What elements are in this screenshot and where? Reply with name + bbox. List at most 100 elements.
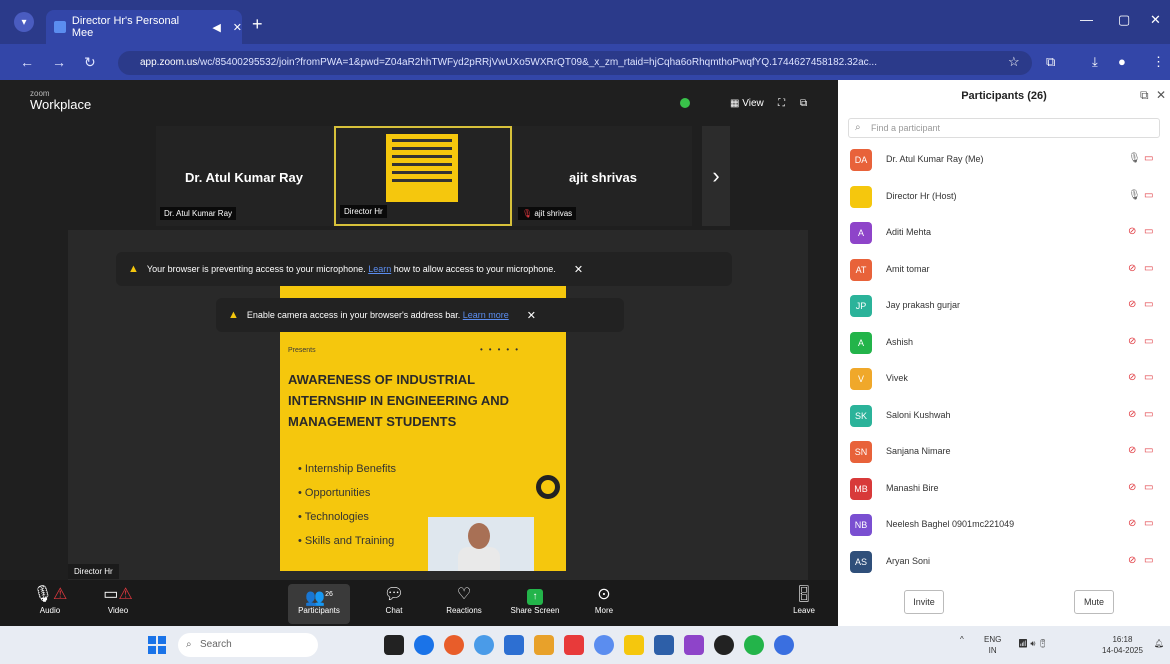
leave-button[interactable]: 🚪︎ Leave [776,584,832,615]
mic-muted-icon: 🎙︎ [522,209,533,218]
close-alert-icon[interactable]: ✕ [574,263,583,276]
invite-button[interactable]: Invite [904,590,944,614]
minimize-button[interactable]: — [1080,12,1093,27]
audio-icon: ◀︎ [212,21,221,34]
share-screen-button[interactable]: ↑ Share Screen [504,584,566,615]
heart-icon: ♡ [456,586,472,603]
chrome-icon[interactable] [474,635,494,655]
app-icon[interactable] [654,635,674,655]
popout-icon[interactable]: ⧉ [1140,88,1149,103]
taskbar-search[interactable]: ⌕ Search [178,633,318,657]
url-field[interactable]: app.zoom.us/wc/85400295532/join?fromPWA=… [118,51,1032,75]
next-page-chevron-icon[interactable]: › [702,126,730,226]
participant-row[interactable]: JP Jay prakash gurjar ⊘ ▭ [838,292,1170,322]
camera-off-icon: ▭ [1144,299,1154,310]
participant-row[interactable]: MB Manashi Bire ⊘ ▭ [838,475,1170,505]
camera-off-icon: ▭ [1144,189,1154,201]
chrome-icon[interactable] [774,635,794,655]
clock[interactable]: 16:18 14-04-2025 [1102,634,1143,656]
language-indicator[interactable]: ENG IN [984,634,1001,656]
participant-row[interactable]: SK Saloni Kushwah ⊘ ▭ [838,402,1170,432]
view-button[interactable]: ▦ View [730,98,764,109]
avatar: A [850,331,872,354]
app-icon[interactable] [564,635,584,655]
participant-row[interactable]: SN Sanjana Nimare ⊘ ▭ [838,438,1170,468]
participant-name: Jay prakash gurjar [886,300,961,310]
tile-label-text: ajit shrivas [534,209,573,218]
close-tab-icon[interactable]: ✕ [233,21,242,34]
fullscreen-icon[interactable]: ⛶ [778,98,785,109]
close-alert-icon[interactable]: ✕ [527,309,536,322]
video-tile-active[interactable]: Director Hr [334,126,512,226]
search-icon: ⌕ [855,122,861,133]
audio-button[interactable]: 🎙︎⚠ Audio [22,584,78,615]
browser-tab[interactable]: Director Hr's Personal Mee ◀︎ ✕ [46,10,242,44]
close-panel-icon[interactable]: ✕ [1156,88,1166,102]
avatar: NB [850,514,872,536]
edge-icon[interactable] [414,635,434,655]
participant-row[interactable]: NB Neelesh Baghel 0901mc221049 ⊘ ▭ [838,511,1170,541]
mic-muted-icon: ⊘ [1128,518,1137,529]
close-window-button[interactable]: ✕ [1150,12,1161,28]
back-icon[interactable]: ← [20,54,34,70]
more-button[interactable]: ⊙ More [576,584,632,615]
new-tab-button[interactable]: + [252,14,263,35]
camera-off-icon: ▭ [1144,445,1154,456]
reload-icon[interactable]: ↻ [84,54,96,71]
participant-row[interactable]: DA Dr. Atul Kumar Ray (Me) 🎙︎ ▭ [838,146,1170,176]
participant-name: Vivek [886,373,908,383]
extensions-icon[interactable]: ⧉ [1046,54,1055,70]
participant-row[interactable]: A Ashish ⊘ ▭ [838,329,1170,359]
mic-muted-icon: ⊘ [1128,445,1137,456]
avatar: V [850,368,872,390]
video-tile[interactable]: Dr. Atul Kumar Ray Dr. Atul Kumar Ray [156,126,332,226]
network-volume-battery-icons[interactable]: 📶︎ 🔊︎ 🔋︎ [1018,638,1048,649]
slide-title: AWARENESS OF INDUSTRIAL INTERNSHIP IN EN… [288,372,510,429]
slide-bullet: • Skills and Training [298,535,395,547]
participant-row[interactable]: A Aditi Mehta ⊘ ▭ [838,219,1170,249]
participant-row[interactable]: AT Amit tomar ⊘ ▭ [838,256,1170,286]
tray-chevron-icon[interactable]: ^ [960,634,964,645]
zoom-meeting-area: zoom Workplace ▦ View ⛶ ⧉ Dr. Atul Kumar… [0,80,838,626]
warning-icon: ▲ [128,263,139,275]
participant-name: Saloni Kushwah [886,409,951,420]
participant-row[interactable]: AS Aryan Soni ⊘ ▭ [838,548,1170,578]
windows-start-icon[interactable] [148,636,166,654]
share-screen-label: Share Screen [510,606,560,615]
participant-name: Sanjana Nimare [886,446,951,456]
video-tile[interactable]: ajit shrivas 🎙︎ ajit shrivas [514,126,692,226]
app-icon[interactable] [714,635,734,655]
download-icon[interactable]: ⤓ [1092,54,1098,70]
video-button[interactable]: ▭⚠ Video [90,584,146,615]
app-icon[interactable] [744,635,764,655]
maximize-button[interactable]: ▢ [1118,12,1130,28]
pip-icon[interactable]: ⧉ [800,98,807,109]
app-icon[interactable] [504,635,524,655]
learn-link[interactable]: Learn [368,264,391,274]
encryption-shield-icon[interactable] [680,98,690,108]
taskview-icon[interactable] [384,635,404,655]
bookmark-star-icon[interactable]: ☆ [1008,54,1020,70]
participants-button[interactable]: 👥26 Participants [288,584,350,624]
mute-all-button[interactable]: Mute [1074,590,1114,614]
participant-row[interactable]: V Vivek ⊘ ▭ [838,365,1170,395]
notification-icon[interactable]: 🔔︎ [1154,638,1164,649]
chat-button[interactable]: 💬︎ Chat [366,584,422,615]
alert-mic-rest: how to allow access to your microphone. [393,264,556,274]
learn-more-link[interactable]: Learn more [463,310,509,320]
app-icon[interactable] [444,635,464,655]
search-placeholder: Find a participant [871,123,941,133]
participant-row[interactable]: Director Hr (Host) 🎙︎ ▭ [838,183,1170,213]
app-icon[interactable] [684,635,704,655]
participant-search-input[interactable]: ⌕ Find a participant [848,118,1160,138]
more-icon: ⊙ [597,586,611,603]
profile-avatar[interactable]: ● [1118,54,1126,69]
app-icon[interactable] [534,635,554,655]
app-icon[interactable] [594,635,614,655]
view-label: View [742,98,764,109]
browser-menu-icon[interactable]: ▾ [14,12,34,32]
browser-more-icon[interactable]: ⋮ [1152,54,1165,70]
forward-icon[interactable]: → [52,54,66,70]
file-explorer-icon[interactable] [624,635,644,655]
reactions-button[interactable]: ♡ Reactions [436,584,492,615]
